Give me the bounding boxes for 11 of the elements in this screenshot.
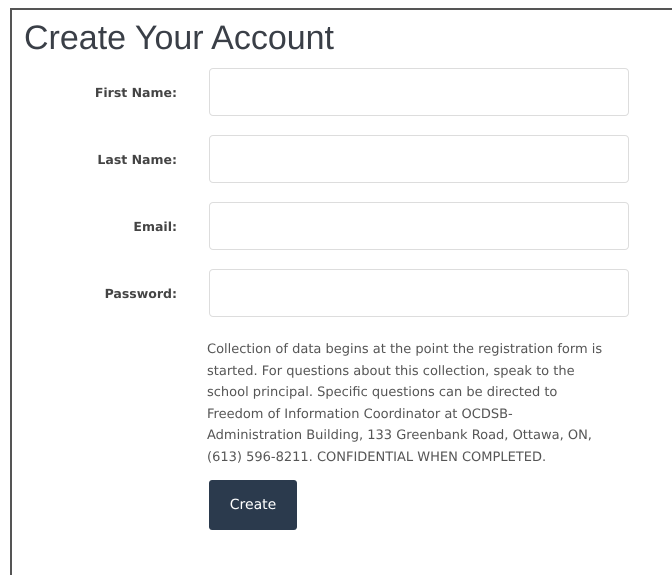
input-field[interactable] [209, 269, 629, 317]
field-label: Password: [104, 286, 177, 300]
input-field[interactable] [209, 135, 629, 183]
input-field[interactable] [209, 202, 629, 250]
field-label: Email: [132, 218, 177, 234]
input-field[interactable] [209, 68, 629, 116]
field-label: Last Name: [96, 152, 177, 166]
field-label: First Name: [94, 84, 177, 100]
create-button[interactable]: Create [209, 480, 297, 530]
privacy-notice: Collection of data begins at the point the registration form is started. For questions about this collection, speak to the school principal. Specific questions can be directed to Freedom of Information Coordinator at OCDSB-Administration Building, 133 Greenbank Road, Ottawa, ON, (613) 596-8211. CONFIDENTIAL WHEN COMPLETED. [207, 341, 604, 466]
page-title: Create Your Account [24, 18, 336, 58]
